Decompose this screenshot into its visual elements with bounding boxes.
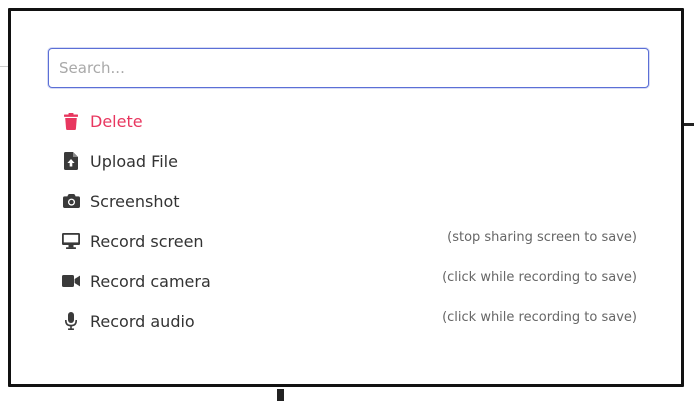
menu-item-hint: (stop sharing screen to save) xyxy=(447,229,637,245)
command-menu: Delete Upload File Screenshot Record scr… xyxy=(48,101,649,341)
menu-item-record-audio[interactable]: Record audio (click while recording to s… xyxy=(48,301,649,341)
menu-item-label: Record audio xyxy=(90,311,195,331)
menu-item-delete[interactable]: Delete xyxy=(48,101,649,141)
trash-icon xyxy=(61,111,81,131)
menu-item-label: Delete xyxy=(90,111,143,131)
search-input[interactable] xyxy=(48,48,649,88)
search-field-wrapper xyxy=(48,48,649,88)
video-camera-icon xyxy=(61,271,81,291)
menu-item-label: Upload File xyxy=(90,151,178,171)
menu-item-record-screen[interactable]: Record screen (stop sharing screen to sa… xyxy=(48,221,649,261)
menu-item-upload-file[interactable]: Upload File xyxy=(48,141,649,181)
microphone-icon xyxy=(61,311,81,331)
menu-item-screenshot[interactable]: Screenshot xyxy=(48,181,649,221)
file-upload-icon xyxy=(61,151,81,171)
command-palette-modal: Delete Upload File Screenshot xyxy=(8,8,684,387)
menu-item-hint: (click while recording to save) xyxy=(442,269,637,285)
menu-item-label: Record camera xyxy=(90,271,211,291)
monitor-icon xyxy=(61,231,81,251)
menu-item-record-camera[interactable]: Record camera (click while recording to … xyxy=(48,261,649,301)
menu-item-label: Screenshot xyxy=(90,191,180,211)
menu-item-hint: (click while recording to save) xyxy=(442,309,637,325)
background-edge-bottom xyxy=(277,389,284,401)
camera-icon xyxy=(61,191,81,211)
menu-item-label: Record screen xyxy=(90,231,204,251)
